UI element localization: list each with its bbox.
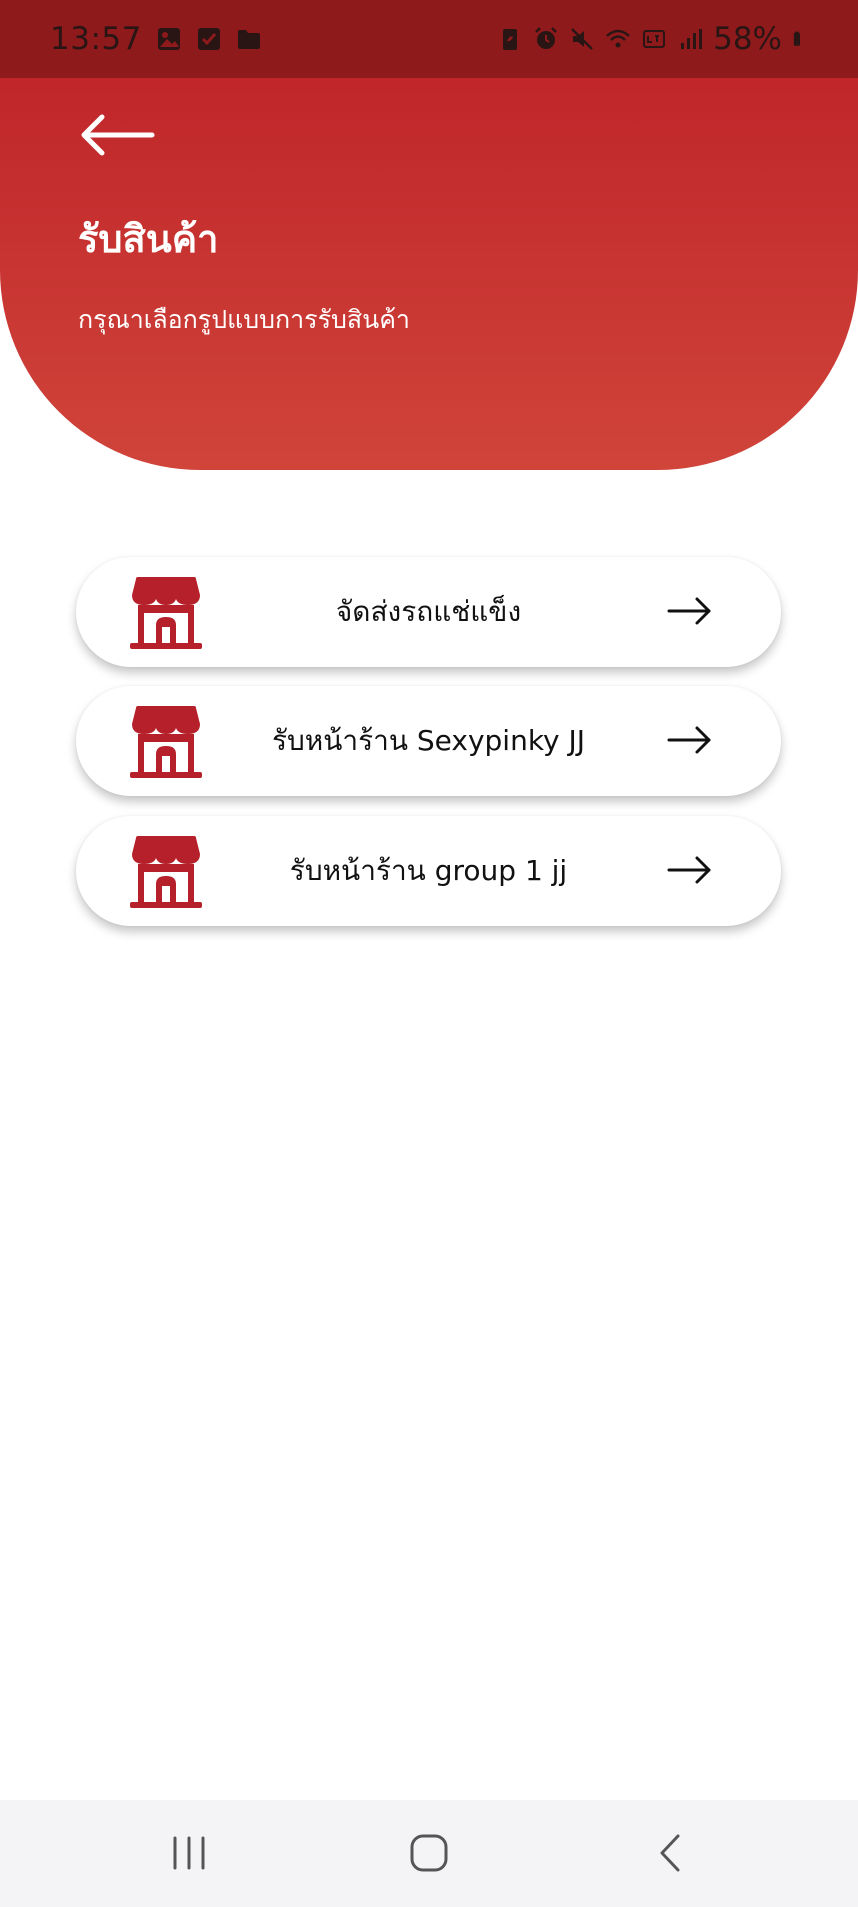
wifi-icon xyxy=(606,29,630,48)
status-right: 58% xyxy=(497,21,808,57)
mute-icon xyxy=(571,28,593,50)
checkbox-icon xyxy=(197,28,220,50)
folder-icon xyxy=(237,30,260,49)
signal-icon xyxy=(681,29,703,49)
battery-saver-icon xyxy=(503,29,518,50)
recent-apps-icon[interactable] xyxy=(159,1828,219,1878)
arrow-right-icon xyxy=(667,597,711,625)
option-label: รับหน้าร้าน Sexypinky JJ xyxy=(271,724,586,757)
volte-icon xyxy=(643,30,666,48)
home-icon[interactable] xyxy=(399,1828,459,1878)
arrow-right-icon xyxy=(667,726,711,754)
option-pickup-group-1-jj[interactable]: รับหน้าร้าน group 1 jj xyxy=(76,816,781,926)
back-icon[interactable] xyxy=(640,1828,700,1878)
option-frozen-truck-delivery[interactable]: จัดส่งรถแช่แข็ง xyxy=(76,557,781,667)
page-subtitle: กรุณาเลือกรูปแบบการรับสินค้า xyxy=(78,305,410,334)
battery-icon xyxy=(793,31,800,46)
status-time: 13:57 xyxy=(50,21,142,57)
battery-percent: 58% xyxy=(713,21,782,57)
status-bar: 13:57 58% xyxy=(0,0,858,78)
system-nav-bar xyxy=(0,1800,858,1907)
store-icon xyxy=(130,706,202,778)
status-left: 13:57 xyxy=(50,21,262,57)
page-title: รับสินค้า xyxy=(78,217,219,261)
header: รับสินค้า กรุณาเลือกรูปแบบการรับสินค้า xyxy=(0,78,858,470)
store-icon xyxy=(130,836,202,908)
gallery-icon xyxy=(157,28,180,50)
option-pickup-sexypinky-jj[interactable]: รับหน้าร้าน Sexypinky JJ xyxy=(76,686,781,796)
option-label: จัดส่งรถแช่แข็ง xyxy=(335,595,522,628)
store-icon xyxy=(130,577,202,649)
alarm-icon xyxy=(535,27,557,49)
option-label: รับหน้าร้าน group 1 jj xyxy=(289,854,568,887)
back-arrow-icon[interactable] xyxy=(78,108,158,162)
arrow-right-icon xyxy=(667,856,711,884)
